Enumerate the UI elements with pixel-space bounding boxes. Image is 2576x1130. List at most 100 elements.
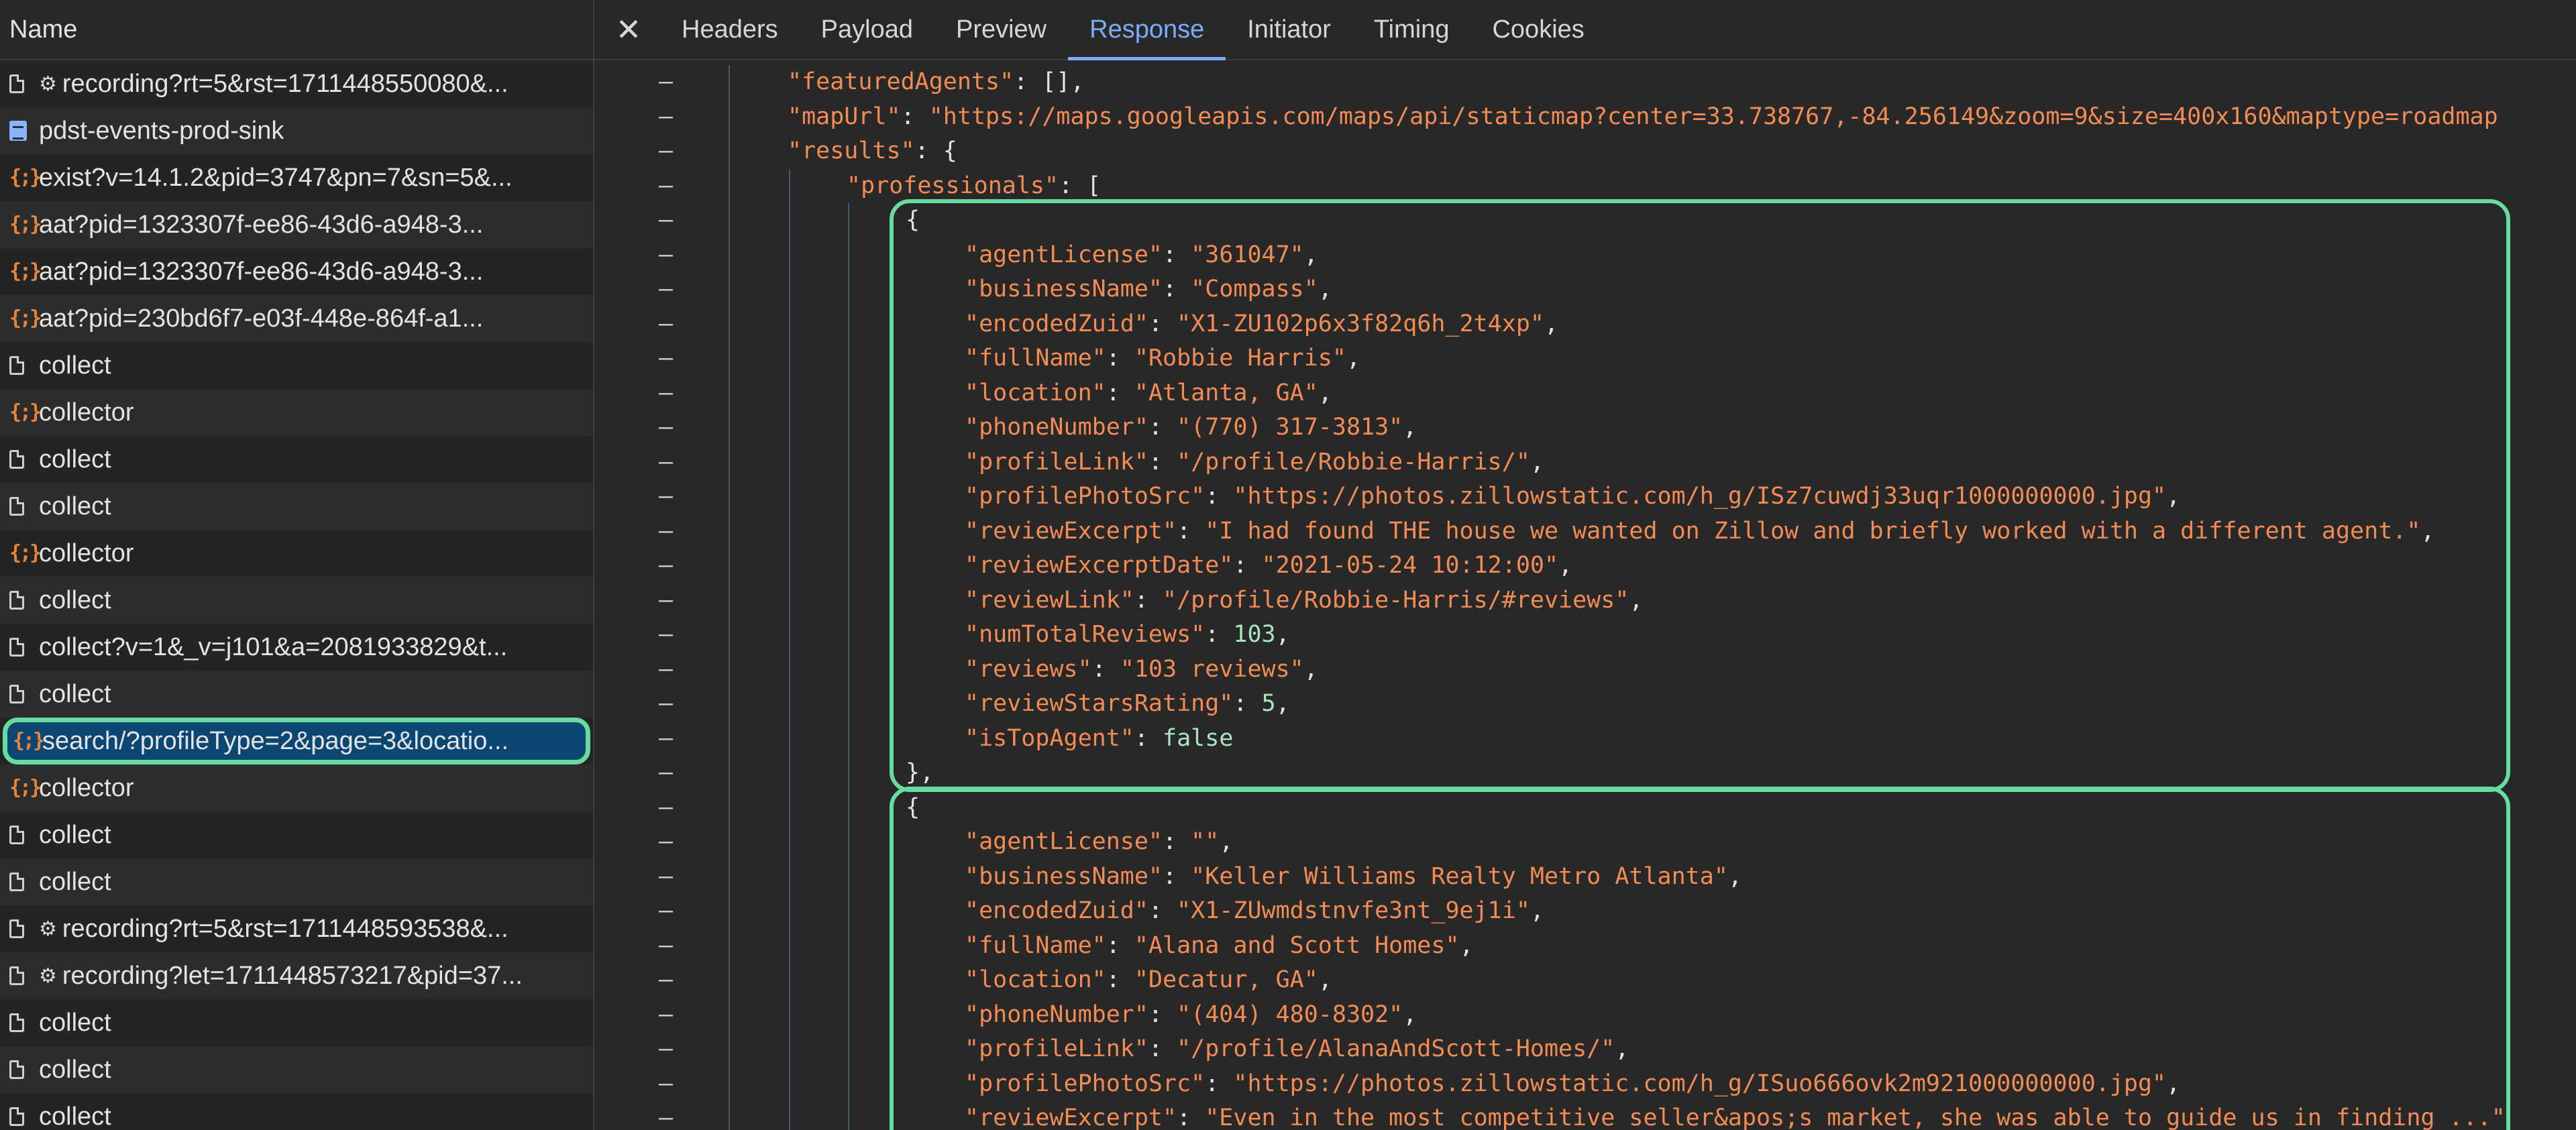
request-row[interactable]: collect [0,342,593,389]
request-row[interactable]: collect [0,436,593,483]
fold-marker[interactable]: – [659,169,673,203]
gear-icon: ⚙ [39,917,57,941]
fold-marker[interactable]: – [659,583,673,618]
request-row[interactable]: collect [0,577,593,624]
request-row[interactable]: ⚙ recording?rt=5&rst=1711448593538&... [0,905,593,952]
fold-marker[interactable]: – [659,687,673,721]
fold-marker[interactable]: – [659,998,673,1032]
fold-marker[interactable]: – [659,514,673,549]
name-column-header[interactable]: Name [0,0,593,60]
request-row[interactable]: collect [0,811,593,858]
code-line: – "profileLink": "/profile/AlanaAndScott-… [594,1032,2576,1066]
code-line: – "fullName": "Alana and Scott Homes", [594,929,2576,963]
fold-marker[interactable]: – [659,618,673,652]
fold-marker[interactable]: – [659,410,673,445]
code-line: – "mapUrl": "https://maps.googleapis.com/… [594,100,2576,134]
json-key: "encodedZuid" [965,310,1148,337]
fold-marker[interactable]: – [659,134,673,168]
json-punct: : [900,103,929,130]
request-row[interactable]: ⚙ recording?let=1711448573217&pid=37... [0,952,593,999]
tab-headers[interactable]: Headers [660,0,800,59]
request-name: collect [39,867,111,896]
request-row[interactable]: {;} exist?v=14.1.2&pid=3747&pn=7&sn=5&... [0,154,593,201]
close-icon[interactable]: ✕ [608,0,649,59]
fold-marker[interactable]: – [659,929,673,963]
request-row[interactable]: collect [0,671,593,718]
request-name: recording?rt=5&rst=1711448550080&... [62,69,508,98]
json-value: "2021-05-24 10:12:00" [1261,552,1559,579]
fold-marker[interactable]: – [659,1101,673,1130]
request-name: collector [39,773,134,802]
code-line: – "encodedZuid": "X1-ZU102p6x3f82q6h_2t4x… [594,307,2576,341]
code-line: – "phoneNumber": "(770) 317-3813", [594,410,2576,445]
tab-cookies[interactable]: Cookies [1470,0,1605,59]
request-row-selected[interactable]: {;} search/?profileType=2&page=3&locatio.… [3,718,590,765]
fold-marker[interactable]: – [659,653,673,687]
json-value: "Robbie Harris" [1134,345,1346,372]
json-key: "reviewStarsRating" [965,690,1234,717]
json-punct: : { [914,137,957,164]
request-name: collector [39,398,134,427]
devtools-network-panel: Name ⚙ recording?rt=5&rst=1711448550080&.… [0,0,2576,1130]
fold-marker[interactable]: – [659,1032,673,1066]
fold-marker[interactable]: – [659,756,673,790]
request-row[interactable]: {;} aat?pid=230bd6f7-e03f-448e-864f-a1... [0,295,593,342]
fold-marker[interactable]: – [659,963,673,997]
fold-marker[interactable]: – [659,1067,673,1101]
code-line: – "phoneNumber": "(404) 480-8302", [594,998,2576,1032]
request-row[interactable]: collect [0,483,593,530]
json-punct: : [1205,483,1234,510]
tab-payload[interactable]: Payload [800,0,934,59]
fold-marker[interactable]: – [659,894,673,928]
json-key: "profilePhotoSrc" [965,1070,1205,1097]
request-row[interactable]: {;} aat?pid=1323307f-ee86-43d6-a948-3... [0,201,593,248]
fold-marker[interactable]: – [659,307,673,341]
request-row[interactable]: collect [0,1046,593,1093]
tab-timing[interactable]: Timing [1352,0,1471,59]
request-row[interactable]: {;} collector [0,530,593,577]
doc-icon [9,450,39,469]
json-key: "phoneNumber" [965,414,1148,441]
json-punct: : [1205,621,1234,648]
request-row[interactable]: collect [0,1093,593,1130]
json-key: "reviewExcerpt" [965,517,1177,545]
request-row[interactable]: {;} collector [0,389,593,436]
fold-marker[interactable]: – [659,65,673,99]
fold-marker[interactable]: – [659,238,673,272]
tab-preview[interactable]: Preview [934,0,1068,59]
json-icon: {;} [9,541,42,565]
request-name: collect [39,585,111,614]
fold-marker[interactable]: – [659,376,673,410]
request-row[interactable]: collect [0,858,593,905]
fold-marker[interactable]: – [659,100,673,134]
json-punct: , [1303,655,1318,683]
json-value: "Keller Williams Realty Metro Atlanta" [1191,862,1728,890]
fold-marker[interactable]: – [659,272,673,306]
request-row[interactable]: {;} collector [0,765,593,811]
request-row[interactable]: pdst-events-prod-sink [0,107,593,154]
request-row[interactable]: ⚙ recording?rt=5&rst=1711448550080&... [0,60,593,107]
fold-marker[interactable]: – [659,203,673,237]
json-punct: : [1148,897,1177,924]
code-line: – "reviewExcerpt": "Even in the most comp… [594,1101,2576,1130]
json-value: "I had found THE house we wanted on Zill… [1205,517,2421,545]
json-punct: , [1275,690,1290,717]
fold-marker[interactable]: – [659,445,673,479]
request-row[interactable]: {;} aat?pid=1323307f-ee86-43d6-a948-3... [0,248,593,295]
json-icon: {;} [9,306,42,330]
fold-marker[interactable]: – [659,791,673,825]
tab-response[interactable]: Response [1068,0,1226,60]
request-row[interactable]: collect [0,999,593,1046]
code-line: – "reviewExcerptDate": "2021-05-24 10:12:… [594,549,2576,583]
response-body[interactable]: – "featuredAgents": [], – "mapUrl": "https:… [594,64,2576,1130]
fold-marker[interactable]: – [659,860,673,894]
fold-marker[interactable]: – [659,722,673,756]
fold-marker[interactable]: – [659,479,673,514]
json-value: "Even in the most competitive seller&apo… [1205,1105,2506,1130]
fold-marker[interactable]: – [659,825,673,859]
tab-initiator[interactable]: Initiator [1226,0,1352,59]
request-row[interactable]: collect?v=1&_v=j101&a=2081933829&t... [0,624,593,671]
fold-marker[interactable]: – [659,341,673,376]
code-line: – "encodedZuid": "X1-ZUwmdstnvfe3nt_9ej1i… [594,894,2576,928]
fold-marker[interactable]: – [659,549,673,583]
